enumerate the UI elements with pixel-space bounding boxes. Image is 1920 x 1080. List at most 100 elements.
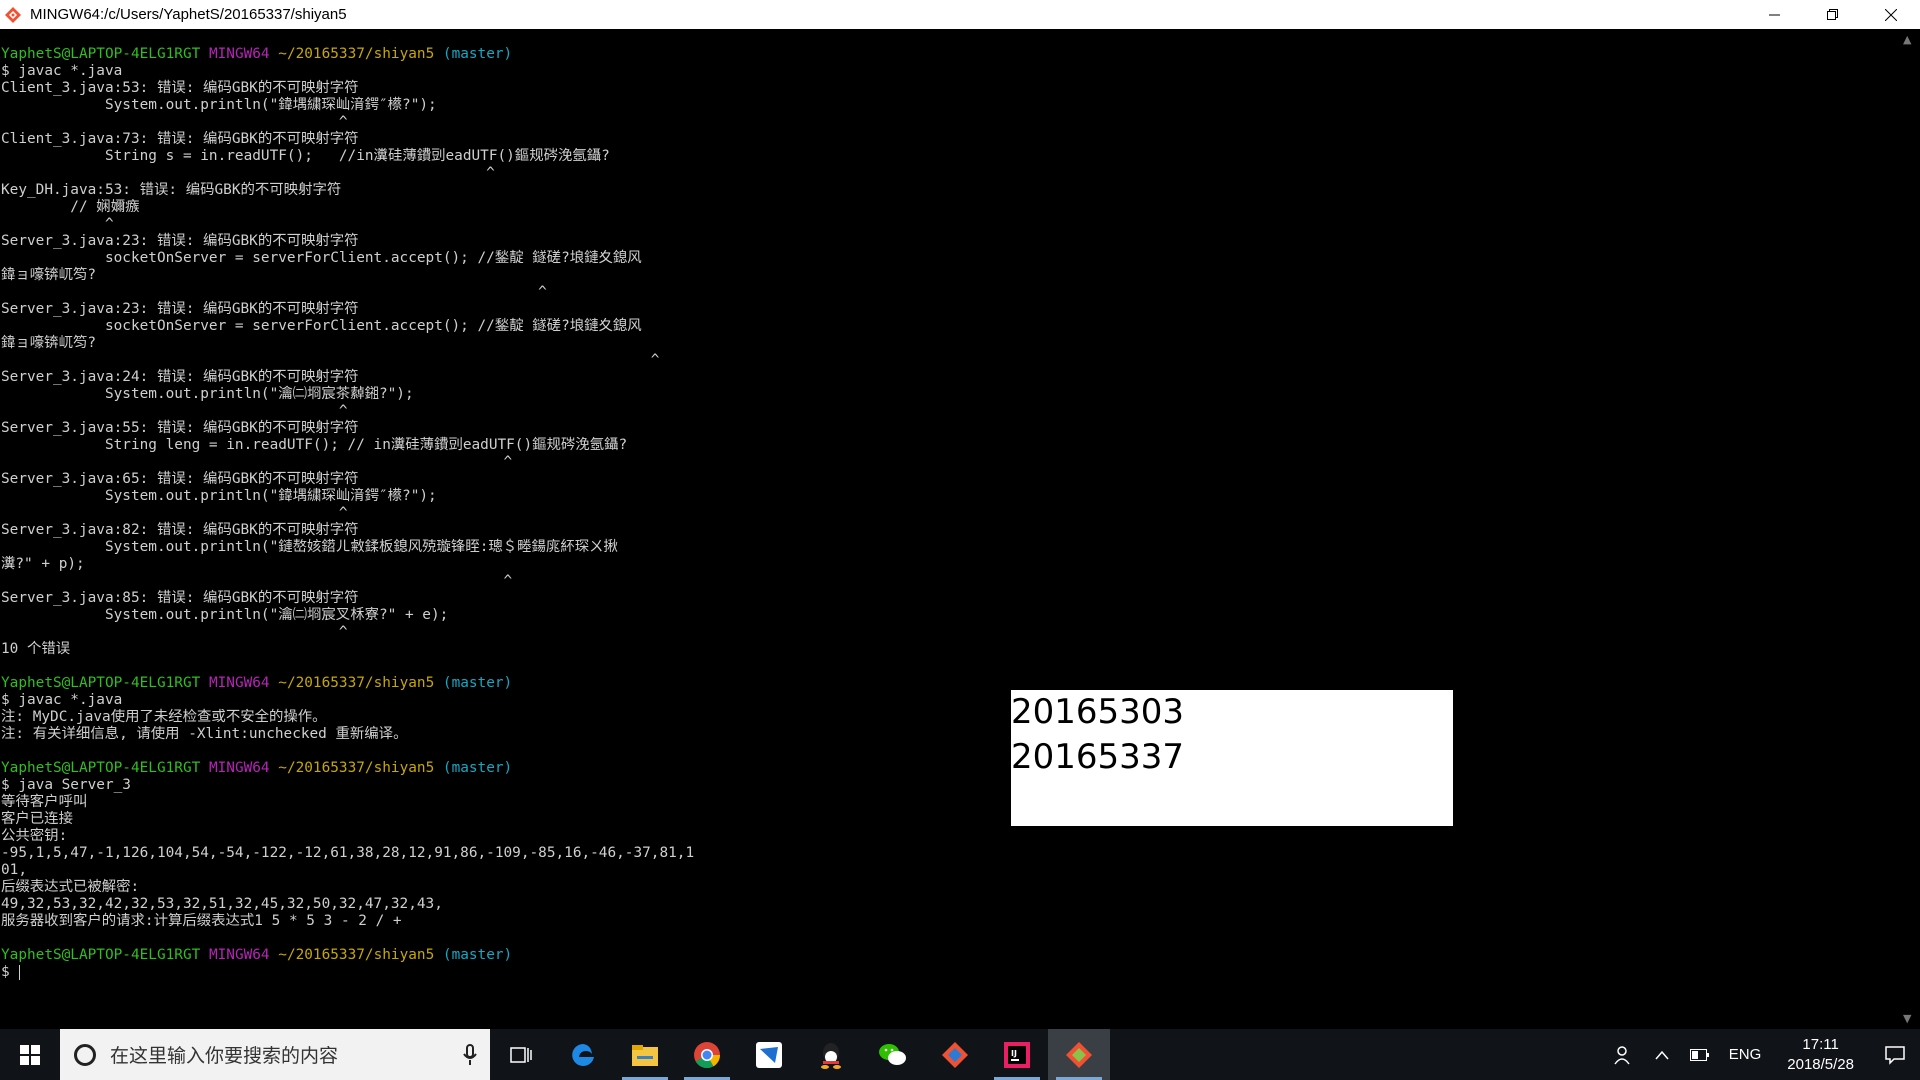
- terminal-text: $ java Server_3: [1, 777, 131, 793]
- minimize-icon: [1769, 14, 1780, 15]
- prompt-path: ~/20165337/shiyan5: [278, 947, 435, 963]
- prompt-line: YaphetS@LAPTOP-4ELG1RGT MINGW64 ~/201653…: [1, 46, 694, 63]
- taskbar-search-box[interactable]: 在这里输入你要搜索的内容: [60, 1029, 490, 1080]
- terminal-text: -95,1,5,47,-1,126,104,54,-54,-122,-12,61…: [1, 845, 695, 861]
- terminal-line: ^: [1, 403, 694, 420]
- microphone-icon[interactable]: [450, 1043, 490, 1066]
- minimize-button[interactable]: [1746, 0, 1804, 29]
- terminal-text: 客户已连接: [1, 811, 73, 827]
- terminal-line: 后缀表达式已被解密:: [1, 879, 694, 896]
- terminal-line: -95,1,5,47,-1,126,104,54,-54,-122,-12,61…: [1, 845, 694, 862]
- taskbar-app-feishu[interactable]: [738, 1029, 800, 1080]
- taskbar-app-chrome[interactable]: [676, 1029, 738, 1080]
- terminal-line: 等待客户呼叫: [1, 794, 694, 811]
- prompt-line: YaphetS@LAPTOP-4ELG1RGT MINGW64 ~/201653…: [1, 760, 694, 777]
- terminal-line: System.out.println("鏈嶅姟鍣ㄦ敹鍒板鎴风殑璇锋眰:璁＄畻鍚庣…: [1, 539, 694, 556]
- intellij-icon: IJ: [1004, 1041, 1030, 1068]
- terminal-window[interactable]: YaphetS@LAPTOP-4ELG1RGT MINGW64 ~/201653…: [0, 29, 1898, 1029]
- prompt-user: YaphetS@LAPTOP-4ELG1RGT: [1, 760, 201, 776]
- terminal-line: ^: [1, 284, 694, 301]
- task-view-icon: [510, 1046, 532, 1063]
- prompt-user: YaphetS@LAPTOP-4ELG1RGT: [1, 675, 201, 691]
- terminal-text: 注: MyDC.java使用了未经检查或不安全的操作。: [1, 709, 327, 725]
- search-placeholder: 在这里输入你要搜索的内容: [110, 1046, 339, 1067]
- battery-icon[interactable]: [1681, 1048, 1719, 1061]
- terminal-text: ^: [1, 505, 348, 521]
- terminal-line: Server_3.java:55: 错误: 编码GBK的不可映射字符: [1, 420, 694, 437]
- terminal-line: 注: MyDC.java使用了未经检查或不安全的操作。: [1, 709, 694, 726]
- terminal-line: Server_3.java:82: 错误: 编码GBK的不可映射字符: [1, 522, 694, 539]
- git-gui-icon: [942, 1041, 968, 1068]
- terminal-text: $ javac *.java: [1, 692, 123, 708]
- wechat-icon: [879, 1043, 906, 1065]
- taskbar-app-edge[interactable]: [552, 1029, 614, 1080]
- terminal-line: ^: [1, 352, 694, 369]
- feishu-icon: [756, 1041, 782, 1068]
- taskbar-app-wechat[interactable]: [862, 1029, 924, 1080]
- student-id-2: 20165337: [1011, 737, 1185, 777]
- restore-button[interactable]: [1804, 0, 1862, 29]
- terminal-text: Server_3.java:82: 错误: 编码GBK的不可映射字符: [1, 522, 359, 538]
- terminal-output: YaphetS@LAPTOP-4ELG1RGT MINGW64 ~/201653…: [1, 46, 694, 981]
- terminal-line: ^: [1, 505, 694, 522]
- terminal-line: String s = in.readUTF(); //in瀵硅薄鐨剅eadUTF…: [1, 148, 694, 165]
- terminal-text: 鍏ョ嚎锛屼笉?: [1, 267, 97, 283]
- people-icon[interactable]: [1605, 1045, 1643, 1065]
- taskbar-app-git-bash[interactable]: [1048, 1029, 1110, 1080]
- taskbar: 在这里输入你要搜索的内容 IJ ENG 17:11 2018/5/28: [0, 1029, 1920, 1080]
- terminal-line: Server_3.java:65: 错误: 编码GBK的不可映射字符: [1, 471, 694, 488]
- terminal-line: ^: [1, 216, 694, 233]
- terminal-line: 鍏ョ嚎锛屼笉?: [1, 267, 694, 284]
- terminal-line: 10 个错误: [1, 641, 694, 658]
- prompt-branch: (master): [442, 46, 513, 62]
- terminal-text: System.out.println("鍏堣繍琛屾湇鍔″櫒?");: [1, 488, 437, 504]
- terminal-line: Client_3.java:73: 错误: 编码GBK的不可映射字符: [1, 131, 694, 148]
- clock-time: 17:11: [1802, 1035, 1839, 1053]
- terminal-line: 01,: [1, 862, 694, 879]
- cortana-icon: [74, 1043, 96, 1066]
- terminal-text: $: [1, 964, 19, 980]
- terminal-line: 客户已连接: [1, 811, 694, 828]
- terminal-line: $ javac *.java: [1, 63, 694, 80]
- terminal-line: $ java Server_3: [1, 777, 694, 794]
- taskbar-app-intellij[interactable]: IJ: [986, 1029, 1048, 1080]
- terminal-line: socketOnServer = serverForClient.accept(…: [1, 250, 694, 267]
- terminal-scrollbar[interactable]: ▲ ▼: [1898, 29, 1920, 1029]
- git-bash-icon: [1066, 1041, 1092, 1068]
- chevron-up-icon[interactable]: [1643, 1050, 1681, 1060]
- window-title-bar[interactable]: MINGW64:/c/Users/YaphetS/20165337/shiyan…: [0, 0, 1920, 29]
- task-view-button[interactable]: [490, 1029, 552, 1080]
- close-button[interactable]: [1862, 0, 1920, 29]
- terminal-text: 服务器收到客户的请求:计算后缀表达式1 5 * 5 3 - 2 / +: [1, 913, 402, 929]
- prompt-user: YaphetS@LAPTOP-4ELG1RGT: [1, 46, 201, 62]
- taskbar-app-qq[interactable]: [800, 1029, 862, 1080]
- terminal-text: 01,: [1, 862, 27, 878]
- terminal-line: System.out.println("瀹㈡埛宸叉柇寮?" + e);: [1, 607, 694, 624]
- scroll-down-icon[interactable]: ▼: [1903, 1012, 1911, 1025]
- taskbar-app-file-explorer[interactable]: [614, 1029, 676, 1080]
- terminal-line: // 娴嬭瘯: [1, 199, 694, 216]
- terminal-text: Server_3.java:65: 错误: 编码GBK的不可映射字符: [1, 471, 359, 487]
- svg-text:IJ: IJ: [1011, 1049, 1017, 1058]
- terminal-text: // 娴嬭瘯: [1, 199, 140, 215]
- terminal-text: Client_3.java:73: 错误: 编码GBK的不可映射字符: [1, 131, 359, 147]
- prompt-path: ~/20165337/shiyan5: [278, 760, 435, 776]
- input-language[interactable]: ENG: [1719, 1046, 1772, 1063]
- clock-date: 2018/5/28: [1787, 1055, 1854, 1073]
- scroll-up-icon[interactable]: ▲: [1903, 33, 1911, 46]
- terminal-line: 49,32,53,32,42,32,53,32,51,32,45,32,50,3…: [1, 896, 694, 913]
- file-explorer-icon: [632, 1044, 658, 1066]
- taskbar-app-git-gui[interactable]: [924, 1029, 986, 1080]
- restore-icon: [1827, 8, 1838, 20]
- terminal-line: ^: [1, 573, 694, 590]
- prompt-branch: (master): [442, 675, 513, 691]
- clock[interactable]: 17:11 2018/5/28: [1771, 1035, 1870, 1075]
- terminal-text: ^: [1, 624, 348, 640]
- terminal-text: ^: [1, 573, 513, 589]
- prompt-line: YaphetS@LAPTOP-4ELG1RGT MINGW64 ~/201653…: [1, 947, 694, 964]
- terminal-text: Server_3.java:23: 错误: 编码GBK的不可映射字符: [1, 301, 359, 317]
- start-button[interactable]: [0, 1029, 60, 1080]
- student-id-box: 20165303 20165337: [1011, 690, 1453, 826]
- action-center-icon[interactable]: [1870, 1045, 1920, 1065]
